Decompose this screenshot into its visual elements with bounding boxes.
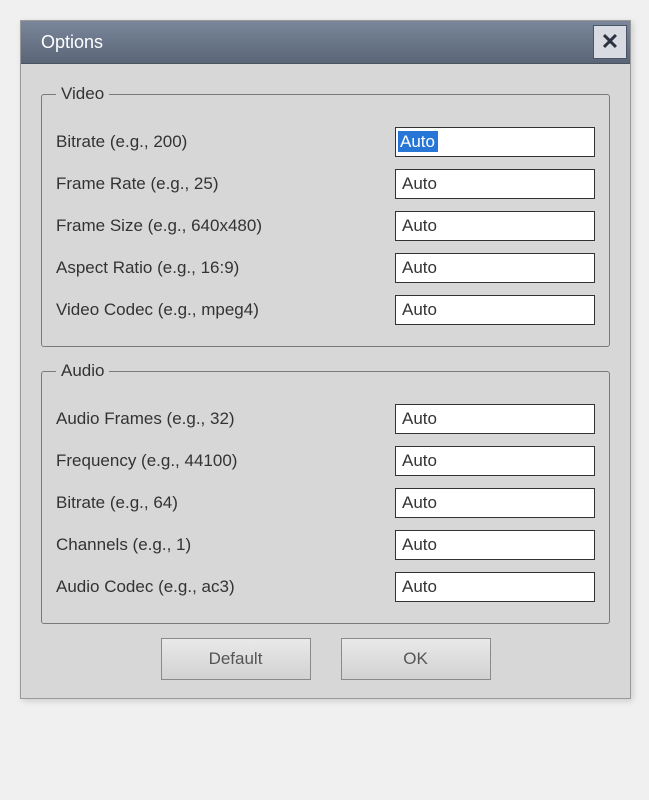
- video-aspect-label: Aspect Ratio (e.g., 16:9): [56, 258, 395, 278]
- audio-group: Audio Audio Frames (e.g., 32) Frequency …: [41, 361, 610, 624]
- video-codec-row: Video Codec (e.g., mpeg4): [56, 292, 595, 328]
- video-framerate-label: Frame Rate (e.g., 25): [56, 174, 395, 194]
- audio-codec-label: Audio Codec (e.g., ac3): [56, 577, 395, 597]
- audio-channels-label: Channels (e.g., 1): [56, 535, 395, 555]
- audio-codec-input[interactable]: [395, 572, 595, 602]
- close-icon: ✕: [601, 29, 619, 55]
- video-aspect-input[interactable]: [395, 253, 595, 283]
- options-dialog: Options ✕ Video Bitrate (e.g., 200) Auto…: [20, 20, 631, 699]
- default-button[interactable]: Default: [161, 638, 311, 680]
- video-framesize-input[interactable]: [395, 211, 595, 241]
- dialog-body: Video Bitrate (e.g., 200) Auto Frame Rat…: [21, 64, 630, 698]
- audio-bitrate-input[interactable]: [395, 488, 595, 518]
- video-legend: Video: [56, 84, 109, 104]
- audio-bitrate-label: Bitrate (e.g., 64): [56, 493, 395, 513]
- audio-frames-label: Audio Frames (e.g., 32): [56, 409, 395, 429]
- audio-channels-input[interactable]: [395, 530, 595, 560]
- audio-frames-input[interactable]: [395, 404, 595, 434]
- audio-freq-row: Frequency (e.g., 44100): [56, 443, 595, 479]
- video-framerate-input[interactable]: [395, 169, 595, 199]
- video-codec-label: Video Codec (e.g., mpeg4): [56, 300, 395, 320]
- audio-channels-row: Channels (e.g., 1): [56, 527, 595, 563]
- ok-button[interactable]: OK: [341, 638, 491, 680]
- video-codec-input[interactable]: [395, 295, 595, 325]
- titlebar[interactable]: Options ✕: [21, 21, 630, 64]
- video-bitrate-row: Bitrate (e.g., 200) Auto: [56, 124, 595, 160]
- close-button[interactable]: ✕: [593, 25, 627, 59]
- video-group: Video Bitrate (e.g., 200) Auto Frame Rat…: [41, 84, 610, 347]
- video-bitrate-label: Bitrate (e.g., 200): [56, 132, 395, 152]
- audio-bitrate-row: Bitrate (e.g., 64): [56, 485, 595, 521]
- audio-codec-row: Audio Codec (e.g., ac3): [56, 569, 595, 605]
- audio-frames-row: Audio Frames (e.g., 32): [56, 401, 595, 437]
- audio-legend: Audio: [56, 361, 109, 381]
- button-row: Default OK: [41, 638, 610, 680]
- video-framerate-row: Frame Rate (e.g., 25): [56, 166, 595, 202]
- audio-freq-input[interactable]: [395, 446, 595, 476]
- video-framesize-row: Frame Size (e.g., 640x480): [56, 208, 595, 244]
- audio-freq-label: Frequency (e.g., 44100): [56, 451, 395, 471]
- video-aspect-row: Aspect Ratio (e.g., 16:9): [56, 250, 595, 286]
- video-bitrate-input[interactable]: Auto: [395, 127, 595, 157]
- dialog-title: Options: [41, 32, 103, 53]
- video-framesize-label: Frame Size (e.g., 640x480): [56, 216, 395, 236]
